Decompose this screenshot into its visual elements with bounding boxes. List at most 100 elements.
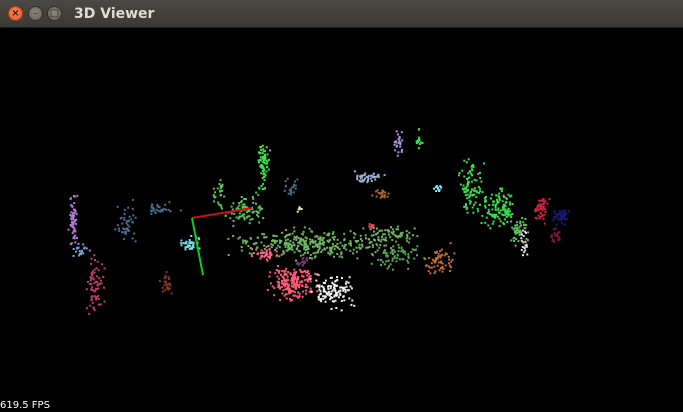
point xyxy=(396,154,399,157)
point xyxy=(278,246,281,249)
point-cluster xyxy=(353,170,386,184)
point-cluster xyxy=(212,179,226,210)
point xyxy=(91,272,94,275)
point xyxy=(280,253,283,256)
point xyxy=(279,274,282,277)
point xyxy=(434,186,437,189)
point xyxy=(90,257,93,260)
point xyxy=(383,174,386,177)
point xyxy=(297,276,300,279)
point xyxy=(73,202,76,205)
point xyxy=(488,213,491,216)
point xyxy=(260,172,263,175)
point xyxy=(484,221,487,224)
point xyxy=(309,287,312,290)
point xyxy=(379,196,382,199)
point xyxy=(292,183,295,186)
point xyxy=(526,253,529,256)
point xyxy=(103,286,105,289)
point xyxy=(95,296,98,299)
point xyxy=(392,245,395,248)
point xyxy=(395,130,398,133)
point xyxy=(281,282,284,285)
point xyxy=(330,276,333,279)
point xyxy=(192,246,195,249)
point xyxy=(294,180,296,183)
point xyxy=(499,220,502,223)
point xyxy=(286,275,289,278)
point xyxy=(262,182,264,185)
point xyxy=(250,253,253,256)
point xyxy=(362,174,365,177)
point xyxy=(88,249,91,252)
point xyxy=(565,217,568,220)
3d-viewport[interactable] xyxy=(0,28,683,412)
point xyxy=(397,151,400,154)
point xyxy=(498,192,501,195)
point xyxy=(261,167,264,169)
point xyxy=(560,214,562,216)
point xyxy=(330,308,333,310)
point xyxy=(352,248,355,251)
point xyxy=(280,240,283,242)
point xyxy=(281,280,283,282)
point xyxy=(123,218,126,221)
point xyxy=(271,243,274,246)
point xyxy=(73,229,76,232)
point xyxy=(253,242,256,245)
point xyxy=(450,260,453,263)
point xyxy=(212,195,215,197)
maximize-button[interactable]: □ xyxy=(47,6,62,21)
point xyxy=(439,255,442,258)
point xyxy=(295,259,297,262)
point xyxy=(319,238,322,241)
point-cluster xyxy=(481,187,514,230)
point xyxy=(392,230,395,233)
point xyxy=(342,289,345,292)
point xyxy=(538,199,541,202)
point xyxy=(240,196,243,198)
point xyxy=(517,230,520,233)
minimize-button[interactable]: – xyxy=(28,6,43,21)
point xyxy=(116,205,119,208)
point xyxy=(380,264,383,266)
point xyxy=(413,227,416,230)
point xyxy=(313,256,316,259)
point xyxy=(336,243,339,245)
point xyxy=(383,196,386,199)
point xyxy=(89,279,92,282)
point xyxy=(266,288,269,291)
point xyxy=(179,209,182,212)
point xyxy=(168,278,171,280)
point xyxy=(552,238,554,241)
point xyxy=(287,243,290,245)
point xyxy=(322,236,325,239)
point xyxy=(314,251,317,254)
point xyxy=(266,259,269,262)
point xyxy=(296,210,299,213)
point xyxy=(298,286,301,289)
point xyxy=(484,197,487,200)
point xyxy=(134,240,137,243)
title-bar[interactable]: × – □ 3D Viewer xyxy=(0,0,683,28)
point xyxy=(560,222,563,225)
point xyxy=(351,299,354,302)
point xyxy=(516,221,518,224)
point xyxy=(507,207,510,210)
point xyxy=(362,227,365,230)
point xyxy=(444,252,447,255)
point xyxy=(257,206,260,209)
close-button[interactable]: × xyxy=(8,6,23,21)
point xyxy=(187,245,190,248)
point xyxy=(281,231,284,234)
point xyxy=(505,201,508,203)
point xyxy=(321,241,324,244)
point xyxy=(371,244,374,247)
point xyxy=(435,259,437,262)
point xyxy=(500,188,503,191)
point-cloud-canvas[interactable] xyxy=(0,28,683,412)
point xyxy=(298,283,301,286)
point xyxy=(131,207,134,210)
point xyxy=(444,264,447,267)
point xyxy=(391,239,394,242)
